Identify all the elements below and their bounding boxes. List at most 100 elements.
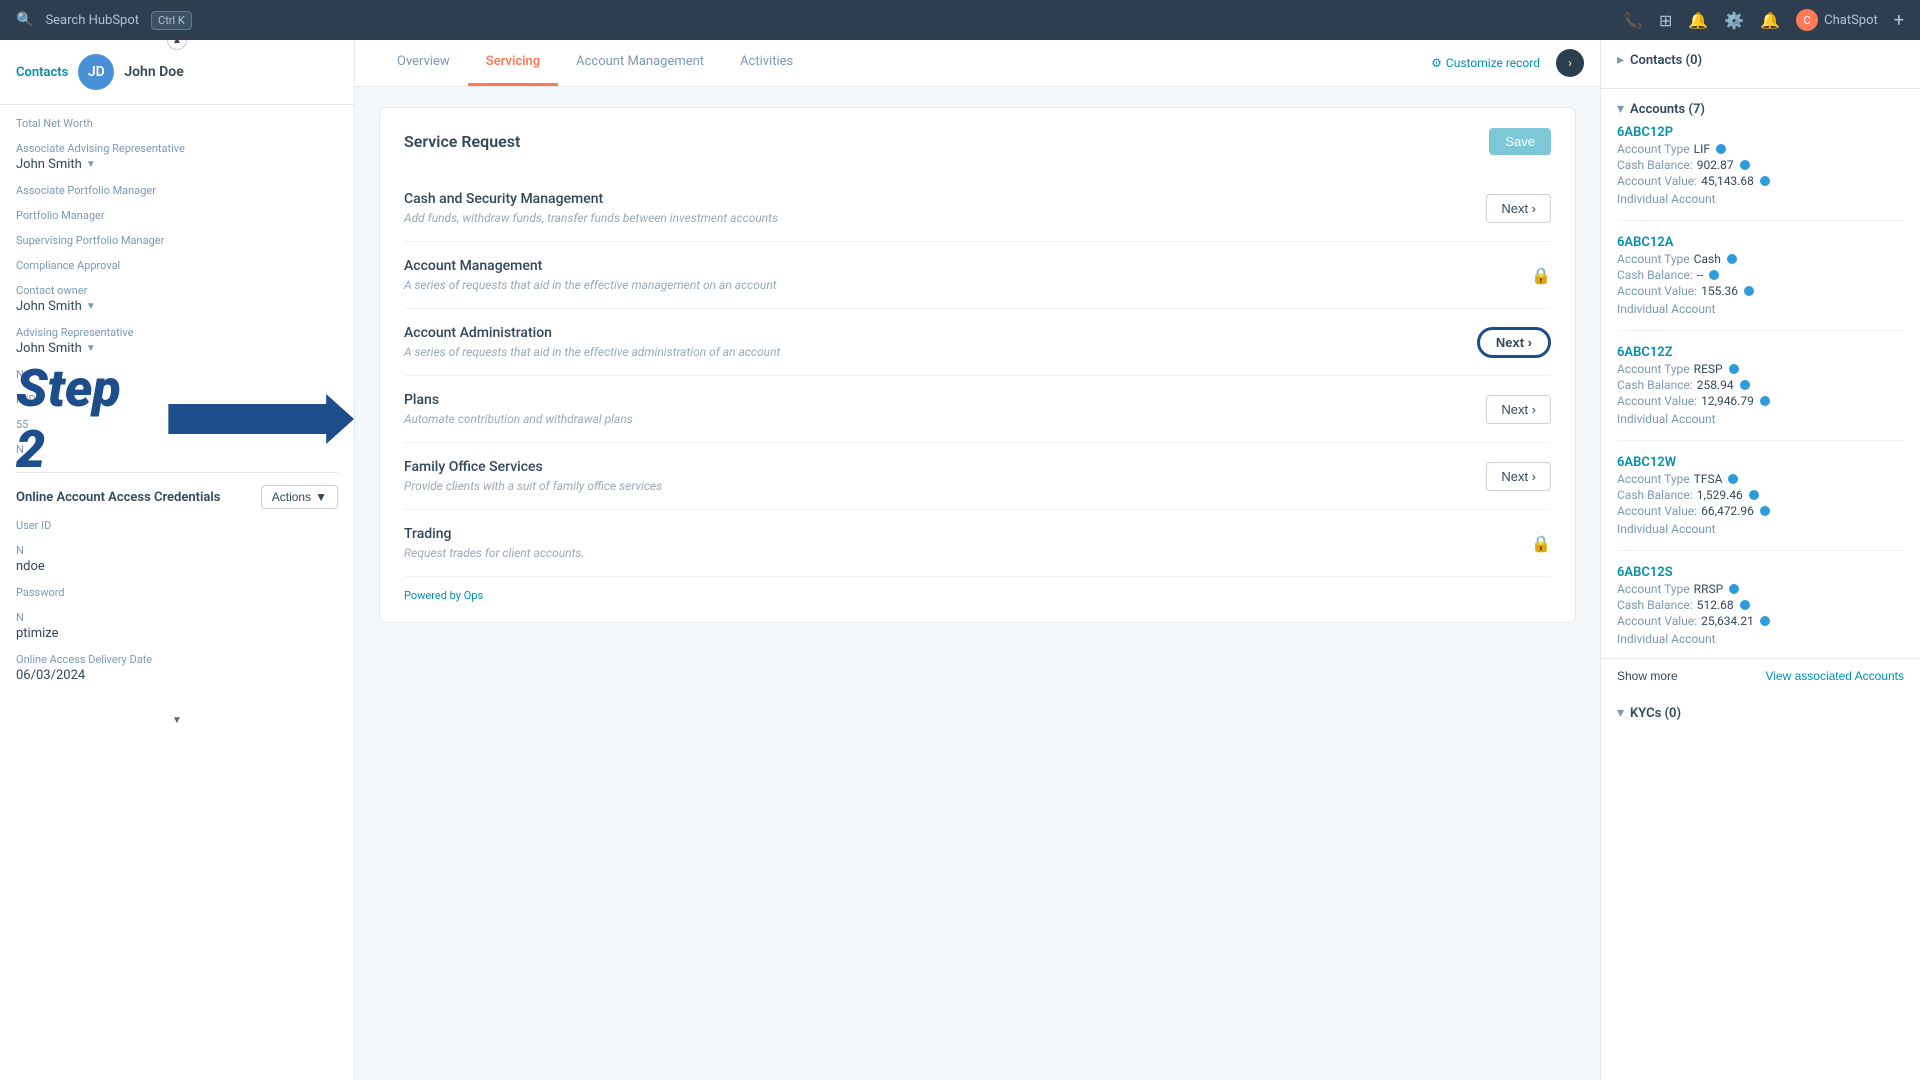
next-btn-plans[interactable]: Next › <box>1486 395 1551 424</box>
lock-icon-account-mgmt: 🔒 <box>1531 266 1551 285</box>
password-field: Password <box>16 586 338 599</box>
topbar: 🔍 Search HubSpot Ctrl K 📞 ⊞ 🔔 ⚙️ 🔔 C Cha… <box>0 0 1920 40</box>
customize-record-btn[interactable]: ⚙ Customize record <box>1431 56 1540 70</box>
bell-icon[interactable]: 🔔 <box>1688 11 1708 30</box>
notification-icon[interactable]: 🔔 <box>1760 11 1780 30</box>
account-badge-rrsp <box>1729 584 1739 594</box>
tab-overview[interactable]: Overview <box>379 40 468 86</box>
compliance-field: Compliance Approval <box>16 259 338 272</box>
next-btn-family-office[interactable]: Next › <box>1486 462 1551 491</box>
supervising-portfolio-field: Supervising Portfolio Manager <box>16 234 338 247</box>
avatar: JD <box>78 54 114 90</box>
lock-icon-trading: 🔒 <box>1531 534 1551 553</box>
account-id-6abc12p[interactable]: 6ABC12P <box>1617 125 1904 140</box>
service-request-panel: Service Request Save Cash and Security M… <box>379 107 1576 623</box>
powered-by: Powered by Ops <box>404 589 1551 602</box>
chatspot-avatar: C <box>1796 9 1818 31</box>
online-creds-section: Online Account Access Credentials Action… <box>16 472 338 683</box>
assoc-advising-dropdown[interactable]: ▼ <box>86 159 96 170</box>
settings-small-icon: ⚙ <box>1431 56 1442 70</box>
chatspot-button[interactable]: C ChatSpot <box>1796 9 1878 31</box>
account-badge-cash-type <box>1727 254 1737 264</box>
sidebar-fields: Total Net Worth Associate Advising Repre… <box>0 105 354 707</box>
chatspot-label: ChatSpot <box>1824 13 1878 28</box>
advising-rep-field: Advising Representative John Smith ▼ <box>16 326 338 356</box>
account-id-6abc12s[interactable]: 6ABC12S <box>1617 565 1904 580</box>
account-item-6abc12p: 6ABC12P Account Type LIF Cash Balance: 9… <box>1617 125 1904 221</box>
service-item-account-admin: Account Administration A series of reque… <box>404 309 1551 376</box>
accounts-footer: Show more View associated Accounts <box>1601 659 1920 693</box>
service-request-title: Service Request <box>404 132 520 151</box>
collapse-panel-btn[interactable]: › <box>1556 49 1584 77</box>
kycs-title: KYCs (0) <box>1630 706 1681 721</box>
account-badge-cash-p <box>1740 160 1750 170</box>
account-badge-cash-z <box>1740 380 1750 390</box>
accounts-title: Accounts (7) <box>1630 102 1705 117</box>
account-badge-resp <box>1729 364 1739 374</box>
pid-field: P ID <box>16 393 338 406</box>
scroll-down-btn[interactable]: ▼ <box>0 707 354 734</box>
search-shortcut: Ctrl K <box>151 11 192 30</box>
contact-name: John Doe <box>124 64 183 80</box>
account-item-6abc12a: 6ABC12A Account Type Cash Cash Balance: … <box>1617 235 1904 331</box>
kycs-toggle[interactable]: ▾ <box>1617 705 1624 721</box>
n2-field: N <box>16 443 338 456</box>
contact-owner-dropdown[interactable]: ▼ <box>86 301 96 312</box>
tab-servicing[interactable]: Servicing <box>468 40 558 86</box>
actions-dropdown-arrow: ▼ <box>315 490 327 504</box>
n-field: N <box>16 368 338 381</box>
account-badge-lif <box>1716 144 1726 154</box>
account-badge-value-z <box>1760 396 1770 406</box>
search-icon: 🔍 <box>16 12 33 28</box>
online-access-date-field: Online Access Delivery Date 06/03/2024 <box>16 653 338 683</box>
accounts-section: ▾ Accounts (7) 6ABC12P Account Type LIF … <box>1601 89 1920 659</box>
accounts-toggle[interactable]: ▾ <box>1617 101 1624 117</box>
account-id-6abc12w[interactable]: 6ABC12W <box>1617 455 1904 470</box>
contacts-title: Contacts (0) <box>1630 53 1702 68</box>
account-badge-cash-a <box>1709 270 1719 280</box>
user-id-field: User ID <box>16 519 338 532</box>
username-field: N ndoe <box>16 544 338 574</box>
tab-account-management[interactable]: Account Management <box>558 40 722 86</box>
grid-icon[interactable]: ⊞ <box>1659 11 1672 30</box>
expand-icon[interactable]: + <box>1894 10 1904 31</box>
service-item-account-mgmt: Account Management A series of requests … <box>404 242 1551 309</box>
account-badge-value-s <box>1760 616 1770 626</box>
actions-button[interactable]: Actions ▼ <box>261 485 338 509</box>
55-field: 55 <box>16 418 338 431</box>
optimize-field: N ptimize <box>16 611 338 641</box>
next-btn-account-admin[interactable]: Next › <box>1477 327 1551 358</box>
settings-icon[interactable]: ⚙️ <box>1724 11 1744 30</box>
service-item-trading: Trading Request trades for client accoun… <box>404 510 1551 577</box>
service-item-family-office: Family Office Services Provide clients w… <box>404 443 1551 510</box>
search-placeholder[interactable]: Search HubSpot <box>45 13 139 28</box>
online-creds-title: Online Account Access Credentials <box>16 490 220 505</box>
save-button[interactable]: Save <box>1489 128 1551 155</box>
tabs-bar: Overview Servicing Account Management Ac… <box>355 40 1600 87</box>
total-net-worth-field: Total Net Worth <box>16 117 338 130</box>
phone-icon[interactable]: 📞 <box>1623 11 1643 30</box>
center-content: Overview Servicing Account Management Ac… <box>355 40 1600 1080</box>
account-id-6abc12z[interactable]: 6ABC12Z <box>1617 345 1904 360</box>
account-badge-value-a <box>1744 286 1754 296</box>
service-item-plans: Plans Automate contribution and withdraw… <box>404 376 1551 443</box>
service-item-cash: Cash and Security Management Add funds, … <box>404 175 1551 242</box>
contacts-section: ▸ Contacts (0) <box>1601 40 1920 89</box>
account-id-6abc12a[interactable]: 6ABC12A <box>1617 235 1904 250</box>
account-badge-tfsa <box>1728 474 1738 484</box>
account-item-6abc12w: 6ABC12W Account Type TFSA Cash Balance: … <box>1617 455 1904 551</box>
advising-rep-dropdown[interactable]: ▼ <box>86 343 96 354</box>
account-item-6abc12s: 6ABC12S Account Type RRSP Cash Balance: … <box>1617 565 1904 646</box>
contacts-link[interactable]: Contacts <box>16 65 68 80</box>
tab-activities[interactable]: Activities <box>722 40 811 86</box>
contact-owner-field: Contact owner John Smith ▼ <box>16 284 338 314</box>
show-more-button[interactable]: Show more <box>1617 669 1678 683</box>
associate-advising-field: Associate Advising Representative John S… <box>16 142 338 172</box>
kycs-section: ▾ KYCs (0) <box>1601 693 1920 733</box>
contacts-toggle[interactable]: ▸ <box>1617 52 1624 68</box>
portfolio-manager-field: Portfolio Manager <box>16 209 338 222</box>
next-btn-cash[interactable]: Next › <box>1486 194 1551 223</box>
account-badge-value-p <box>1760 176 1770 186</box>
view-associated-button[interactable]: View associated Accounts <box>1765 669 1904 683</box>
left-sidebar: ▲ Contacts JD John Doe Total Net Worth A… <box>0 40 355 1080</box>
